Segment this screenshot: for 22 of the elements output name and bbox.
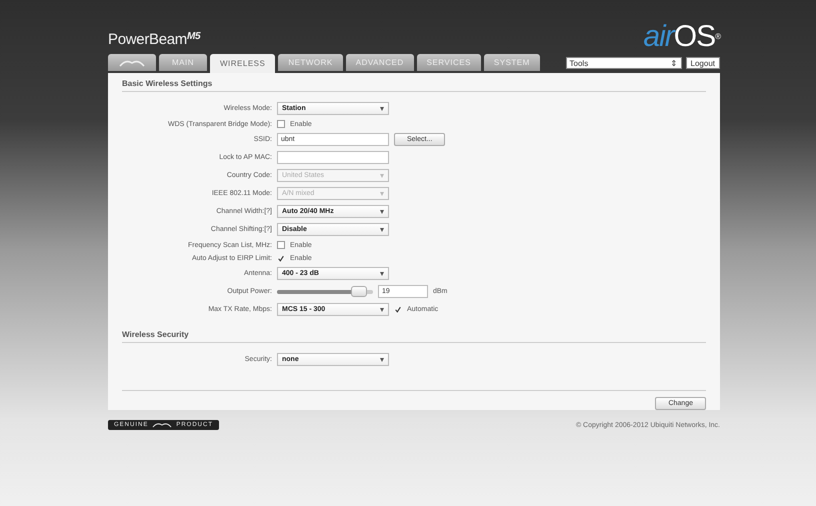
checkbox[interactable] [277,120,285,128]
dropdown-arrow-icon [380,358,384,362]
section-title: Basic Wireless Settings [122,79,706,92]
input-field[interactable] [277,151,389,164]
dropdown-arrow-icon [380,308,384,312]
dropdown-arrow-icon [380,106,384,110]
checkbox[interactable] [394,306,402,314]
dropdown-arrow-icon [380,210,384,214]
dropdown-arrow-icon [380,272,384,276]
tab[interactable]: WIRELESS [210,54,276,73]
logo-icon [119,58,145,66]
section-title: Wireless Security [122,330,706,343]
checkbox[interactable] [277,254,285,262]
dropdown-arrow-icon [380,174,384,178]
checkbox[interactable] [277,241,285,249]
tab[interactable] [108,54,156,71]
tools-dropdown[interactable]: Tools ⇕ [566,57,682,69]
brand-logo: airOS$^{®}$ [643,22,720,52]
dropdown-arrow-icon [380,228,384,232]
dropdown-arrow-icon [380,192,384,196]
slider-thumb[interactable] [350,286,367,296]
logout-button[interactable]: Logout [686,57,720,69]
